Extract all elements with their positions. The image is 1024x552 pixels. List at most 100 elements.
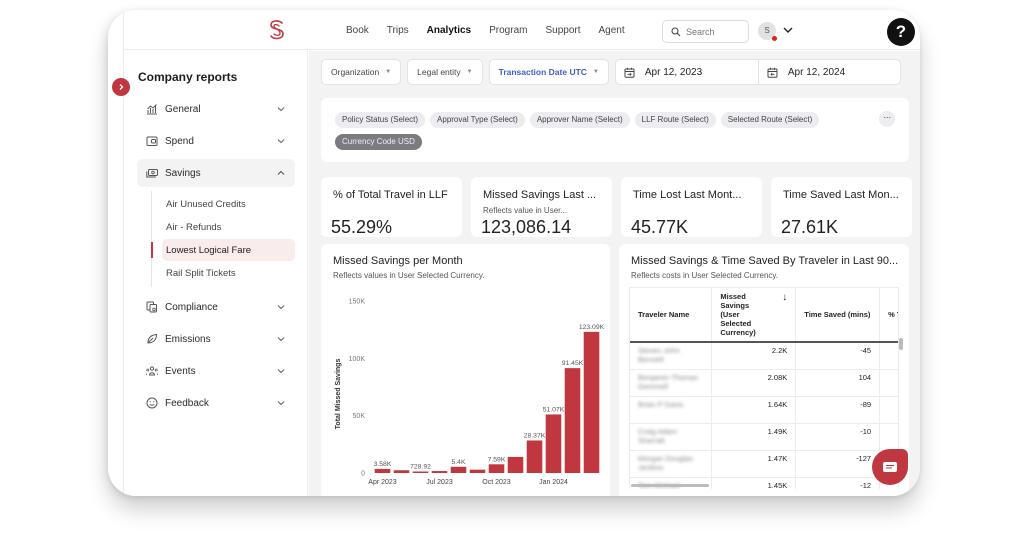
sidebar-menu: General Spend Savings Air Unused Credits… [137,95,295,421]
currency-code-chip[interactable]: Currency Code USD [335,134,422,150]
bar-may-2023[interactable] [393,470,410,473]
date-type-filter[interactable]: Transaction Date UTC ▼ [488,59,609,85]
nav-program[interactable]: Program [489,25,527,36]
filter-chips: Policy Status (Select) Approval Type (Se… [335,112,855,150]
approver-name-chip[interactable]: Approver Name (Select) [529,112,630,128]
sidebar-item-emissions[interactable]: Emissions [137,325,295,353]
column-header-traveler-name[interactable]: Traveler Name [630,288,713,343]
traveler-name: Benjamin Thomas Gemmell [638,372,699,391]
bar-oct-2023[interactable] [488,464,505,473]
kpi-card-time-saved[interactable]: Time Saved Last Mon... 27.61K [771,177,912,237]
nav-support[interactable]: Support [545,25,580,36]
more-options-button[interactable]: ··· [879,111,895,127]
sidebar-subitem-air-unused-credits[interactable]: Air Unused Credits [152,193,295,215]
table-row[interactable]: Morgan Douglas Jenkins 1.47K -127 [630,450,898,478]
chevron-down-icon [277,305,285,310]
traveler-name-cell: Craig Adam Sharratt [630,423,713,451]
bar-dec-2023[interactable] [526,440,543,473]
sidebar-item-label: Spend [165,135,194,147]
sidebar-subitem-lowest-logical-fare[interactable]: Lowest Logical Fare [151,239,295,261]
sidebar-subitem-air-refunds[interactable]: Air - Refunds [152,216,295,238]
sidebar-item-compliance[interactable]: Compliance [137,293,295,321]
vertical-scrollbar[interactable] [899,338,903,350]
chevron-down-icon [277,139,285,144]
nav-agent[interactable]: Agent [599,25,625,36]
policy-status-chip[interactable]: Policy Status (Select) [335,112,426,128]
nav-links: Book Trips Analytics Program Support Age… [346,10,643,50]
bar-jan-2024[interactable] [545,414,562,473]
sidebar-item-spend[interactable]: Spend [137,127,295,155]
y-axis-label: Total Missed Savings [335,359,342,430]
missed-savings-bar-chart: Total Missed Savings 0 50K 100K 150K 3.58K 7… [335,299,605,487]
help-button[interactable]: ? [887,18,915,46]
calendar-start-icon [624,67,635,78]
sidebar-item-feedback[interactable]: Feedback [137,389,295,417]
sidebar: Company reports General Spend Savings Ai… [124,51,308,496]
nav-trips[interactable]: Trips [387,25,409,36]
table-row[interactable]: Tom Michael1.45K-12 [630,477,898,489]
chevron-right-icon [119,84,124,90]
sidebar-item-label: Compliance [165,301,218,313]
user-avatar[interactable]: S [758,22,777,41]
bar-mar-2024[interactable] [583,331,600,473]
search-input[interactable] [686,26,744,37]
legal-entity-filter[interactable]: Legal entity ▼ [407,59,483,85]
bar-jun-2023[interactable] [412,471,429,474]
date-range-picker: Apr 12, 2023 Apr 12, 2024 [614,59,901,85]
caret-down-icon: ▼ [466,69,473,75]
llf-route-chip[interactable]: LLF Route (Select) [634,112,716,128]
table-scroll-area[interactable]: Traveler Name ↓ Missed Savings (User Sel… [629,287,899,489]
table-row[interactable]: Benjamin Thomas Gemmell 2.08K 104 [630,369,898,397]
percent-cell [879,423,898,451]
bar-jul-2023[interactable] [431,471,448,473]
data-label: 728.92 [410,464,431,471]
sidebar-subitem-rail-split-tickets[interactable]: Rail Split Tickets [152,262,295,284]
start-date-field[interactable]: Apr 12, 2023 [616,60,758,84]
kpi-card-time-lost[interactable]: Time Lost Last Mont... 45.77K [621,177,762,237]
column-header-missed-savings[interactable]: ↓ Missed Savings (User Selected Currency… [711,288,797,343]
missed-savings-cell: 1.49K [711,423,797,451]
sidebar-item-savings[interactable]: Savings [137,159,295,187]
search-box[interactable] [662,20,749,43]
end-date-field[interactable]: Apr 12, 2024 [757,60,900,84]
bar-nov-2023[interactable] [507,456,524,473]
nav-book[interactable]: Book [346,25,369,36]
organization-filter-label: Organization [331,67,380,77]
bar-apr-2023[interactable] [374,468,391,473]
sidebar-item-label: General [165,103,201,115]
bar-aug-2023[interactable] [450,466,467,473]
column-header-time-saved[interactable]: Time Saved (mins) [795,288,881,343]
sidebar-item-general[interactable]: General [137,95,295,123]
wallet-icon [146,136,158,146]
end-date-value: Apr 12, 2024 [787,66,846,78]
traveler-name-cell: Benjamin Thomas Gemmell [630,369,713,397]
organization-filter[interactable]: Organization ▼ [321,59,402,85]
chevron-down-icon[interactable] [782,24,794,36]
kpi-card-missed-savings[interactable]: Missed Savings Last ... Reflects value i… [471,177,612,237]
sidebar-item-label: Emissions [165,333,211,345]
sidebar-toggle-button[interactable] [112,78,130,96]
table-row[interactable]: Brian P Davis 1.64K -89 [630,396,898,424]
sidebar-item-events[interactable]: Events [137,357,295,385]
data-label: 51.07K [543,406,565,413]
data-label: 91.45K [562,360,584,367]
kpi-value: 27.61K [781,217,839,237]
horizontal-scrollbar[interactable] [631,484,709,487]
bar-feb-2024[interactable] [564,368,581,473]
table-row[interactable]: Craig Adam Sharratt 1.49K -10 [630,423,898,451]
time-saved-cell: -89 [795,396,881,424]
y-tick-label: 50K [353,413,366,420]
sort-desc-icon: ↓ [782,292,788,303]
sidebar-title: Company reports [138,70,238,84]
brand-logo-icon[interactable] [267,19,287,41]
bar-sep-2023[interactable] [469,469,486,473]
chevron-down-icon [277,369,285,374]
kpi-card-llf-percent[interactable]: % of Total Travel in LLF 55.29% [321,177,462,237]
table-row[interactable]: Steven John Bennett 2.2K -45 [630,342,898,370]
column-header-percent[interactable]: % T [879,288,898,343]
chat-support-button[interactable] [872,449,908,485]
selected-route-chip[interactable]: Selected Route (Select) [720,112,820,128]
approval-type-chip[interactable]: Approval Type (Select) [430,112,525,128]
percent-cell [879,369,898,397]
nav-analytics[interactable]: Analytics [427,25,471,36]
